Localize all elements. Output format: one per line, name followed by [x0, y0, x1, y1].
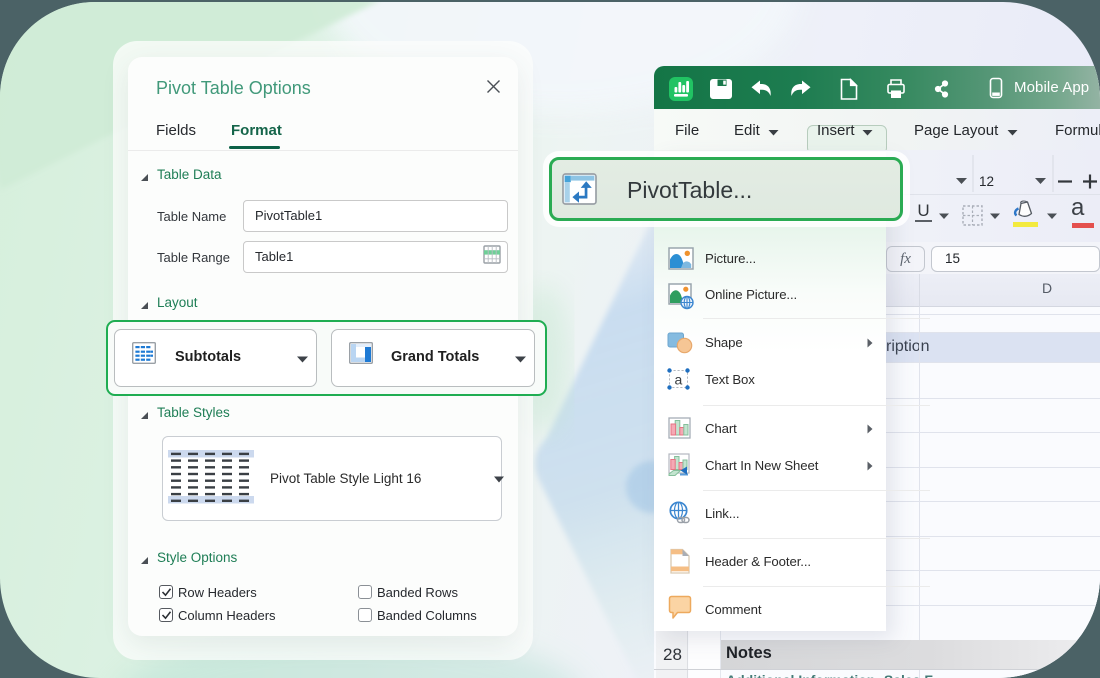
svg-text:a: a: [675, 372, 683, 388]
svg-text:12: 12: [979, 174, 994, 189]
